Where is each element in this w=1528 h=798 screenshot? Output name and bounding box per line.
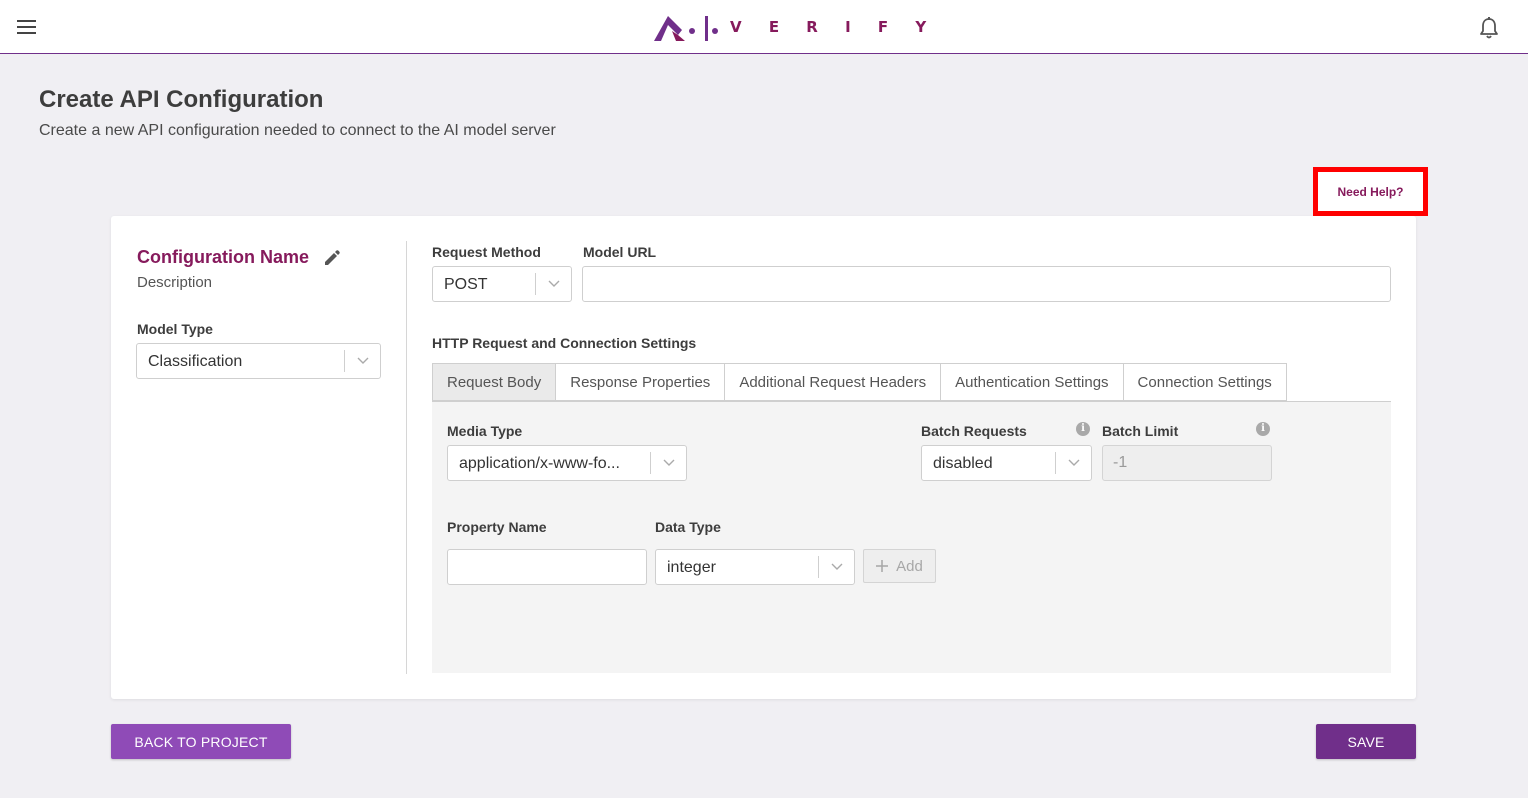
notification-bell-icon[interactable] [1478, 16, 1500, 40]
save-button[interactable]: SAVE [1316, 724, 1416, 759]
model-url-label: Model URL [583, 244, 657, 260]
batch-limit-input: -1 [1102, 445, 1272, 481]
media-type-label: Media Type [447, 423, 523, 439]
tab-connection-settings[interactable]: Connection Settings [1123, 363, 1287, 401]
request-method-value: POST [444, 276, 488, 293]
app-logo[interactable]: V E R I F Y [652, 10, 937, 44]
select-separator [535, 273, 536, 295]
media-type-value: application/x-www-fo... [459, 455, 620, 472]
edit-pencil-icon[interactable] [323, 249, 341, 267]
configuration-name: Configuration Name [137, 247, 310, 267]
plus-icon [876, 560, 889, 572]
data-type-select[interactable]: integer [655, 549, 855, 585]
http-settings-title: HTTP Request and Connection Settings [432, 335, 697, 351]
batch-requests-value: disabled [933, 455, 993, 472]
tab-additional-request-headers[interactable]: Additional Request Headers [725, 363, 942, 401]
request-method-label: Request Method [432, 244, 541, 260]
batch-limit-info-icon[interactable]: i [1256, 422, 1270, 436]
model-type-value: Classification [148, 353, 243, 370]
select-separator [1055, 452, 1056, 474]
configuration-card: Configuration Name Description Model Typ… [111, 216, 1416, 699]
select-separator [818, 556, 819, 578]
data-type-value: integer [667, 559, 716, 576]
batch-requests-select[interactable]: disabled [921, 445, 1092, 481]
model-url-input[interactable] [582, 266, 1391, 302]
add-property-label: Add [896, 557, 923, 575]
need-help-link[interactable]: Need Help? [1313, 167, 1428, 216]
tab-response-properties[interactable]: Response Properties [556, 363, 726, 401]
chevron-down-icon [1068, 459, 1080, 466]
chevron-down-icon [663, 459, 675, 466]
data-type-label: Data Type [655, 519, 721, 535]
logo-mark [654, 16, 708, 41]
select-separator [650, 452, 651, 474]
batch-limit-label: Batch Limit [1102, 423, 1179, 439]
model-type-select[interactable]: Classification [136, 343, 381, 379]
configuration-description: Description [137, 274, 213, 291]
property-name-label: Property Name [447, 519, 547, 535]
model-type-label: Model Type [137, 321, 213, 337]
request-method-select[interactable]: POST [432, 266, 572, 302]
request-body-panel: Media Type application/x-www-fo... Batch… [432, 401, 1391, 673]
tab-request-body[interactable]: Request Body [432, 363, 557, 401]
chevron-down-icon [548, 280, 560, 287]
logo-dot [712, 28, 718, 34]
media-type-select[interactable]: application/x-www-fo... [447, 445, 687, 481]
chevron-down-icon [357, 357, 369, 364]
chevron-down-icon [831, 563, 843, 570]
page-subtitle: Create a new API configuration needed to… [39, 122, 556, 139]
select-separator [344, 350, 345, 372]
vertical-divider [406, 241, 407, 674]
settings-tabs: Request Body Response Properties Additio… [432, 363, 1287, 401]
batch-requests-label: Batch Requests [921, 423, 1027, 439]
logo-text: V E R I F Y [730, 18, 938, 36]
tab-authentication-settings[interactable]: Authentication Settings [941, 363, 1124, 401]
back-to-project-button[interactable]: BACK TO PROJECT [111, 724, 291, 759]
batch-requests-info-icon[interactable]: i [1076, 422, 1090, 436]
top-bar: V E R I F Y [0, 0, 1528, 54]
property-name-input[interactable] [447, 549, 647, 585]
add-property-button[interactable]: Add [863, 549, 936, 583]
page-title: Create API Configuration [39, 86, 324, 113]
batch-limit-value: -1 [1113, 454, 1128, 471]
menu-icon[interactable] [17, 20, 36, 34]
